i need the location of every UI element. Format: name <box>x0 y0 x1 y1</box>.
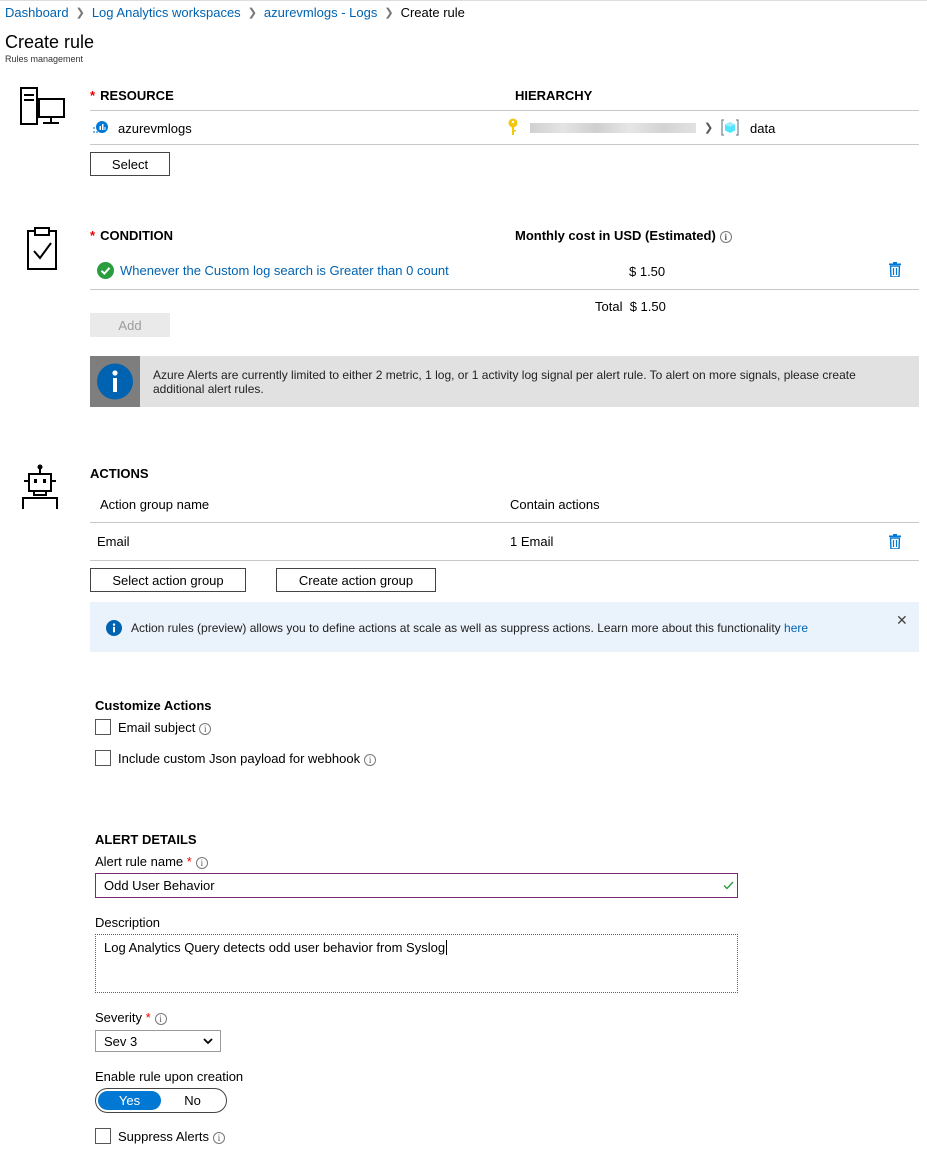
condition-info-text: Azure Alerts are currently limited to ei… <box>153 368 856 396</box>
select-action-group-button[interactable]: Select action group <box>90 568 246 592</box>
monthly-cost-header: Monthly cost in USD (Estimated) i <box>515 228 732 243</box>
resource-group-icon <box>721 119 739 139</box>
action-group-row-name[interactable]: Email <box>97 534 130 549</box>
info-icon[interactable]: i <box>195 856 208 869</box>
breadcrumb-azurevmlogs-logs[interactable]: azurevmlogs - Logs <box>264 5 377 20</box>
redacted-subscription <box>530 123 696 133</box>
action-rules-text: Action rules (preview) allows you to def… <box>131 621 809 635</box>
col-action-group-name: Action group name <box>100 497 210 512</box>
alert-details-header: ALERT DETAILS <box>95 832 197 847</box>
required-asterisk: * <box>145 1010 151 1025</box>
condition-item-link[interactable]: Whenever the Custom log search is Greate… <box>120 263 449 278</box>
condition-header: * CONDITION <box>90 228 174 243</box>
action-group-row-contain: 1 Email <box>510 534 554 549</box>
email-subject-label: Email subject i <box>118 720 212 735</box>
chevron-down-icon <box>203 1038 213 1045</box>
resource-name[interactable]: azurevmlogs <box>118 121 192 136</box>
action-rules-learn-more-link[interactable]: here <box>784 621 808 635</box>
close-icon[interactable]: ✕ <box>896 612 908 629</box>
hierarchy-header: HIERARCHY <box>515 88 593 103</box>
resource-section-icon <box>19 86 67 131</box>
breadcrumb-log-analytics-workspaces[interactable]: Log Analytics workspaces <box>92 5 241 20</box>
info-icon[interactable]: i <box>364 753 377 766</box>
required-asterisk: * <box>186 854 192 869</box>
col-contain-actions: Contain actions <box>510 497 600 512</box>
enable-rule-toggle[interactable]: Yes No <box>95 1088 227 1113</box>
create-action-group-button[interactable]: Create action group <box>276 568 436 592</box>
chevron-right-icon: ❯ <box>704 122 714 134</box>
delete-condition-trash-icon[interactable] <box>889 262 901 278</box>
info-banner-icon-area <box>90 356 140 407</box>
required-asterisk: * <box>90 228 96 243</box>
robot-icon <box>21 464 61 513</box>
text-cursor <box>446 940 448 955</box>
resource-header: * RESOURCE <box>90 88 174 103</box>
enable-no-option[interactable]: No <box>161 1091 224 1110</box>
info-icon[interactable]: i <box>719 230 732 243</box>
severity-select[interactable]: Sev 3 <box>95 1030 221 1052</box>
valid-check-icon <box>723 881 734 890</box>
description-textarea[interactable]: Log Analytics Query detects odd user beh… <box>95 934 738 993</box>
top-border <box>0 0 927 1</box>
breadcrumb: Dashboard ❯ Log Analytics workspaces ❯ a… <box>5 5 465 20</box>
condition-info-banner: Azure Alerts are currently limited to ei… <box>90 356 919 407</box>
log-analytics-icon <box>92 120 108 139</box>
select-resource-button[interactable]: Select <box>90 152 170 176</box>
condition-item-cost: $ 1.50 <box>629 264 666 279</box>
alert-rule-name-value: Odd User Behavior <box>104 878 215 893</box>
alert-rule-name-label: Alert rule name * i <box>95 854 208 869</box>
actions-header: ACTIONS <box>90 466 149 481</box>
description-label: Description <box>95 915 161 930</box>
info-icon[interactable]: i <box>199 722 212 735</box>
page-title: Create rule <box>5 32 95 52</box>
delete-action-group-trash-icon[interactable] <box>889 534 901 550</box>
suppress-alerts-checkbox[interactable] <box>95 1128 111 1144</box>
enable-rule-label: Enable rule upon creation <box>95 1069 244 1084</box>
email-subject-checkbox[interactable] <box>95 719 111 735</box>
condition-total: Total $ 1.50 <box>595 299 666 314</box>
clipboard-check-icon <box>24 226 60 275</box>
info-icon <box>106 620 122 636</box>
required-asterisk: * <box>90 88 96 103</box>
severity-value: Sev 3 <box>104 1034 138 1049</box>
description-value: Log Analytics Query detects odd user beh… <box>104 940 448 955</box>
chevron-right-icon: ❯ <box>75 7 85 19</box>
key-icon <box>507 118 519 139</box>
page-subtitle: Rules management <box>5 54 84 64</box>
json-payload-label: Include custom Json payload for webhook i <box>118 751 377 766</box>
info-icon[interactable]: i <box>213 1131 226 1144</box>
info-circle-icon <box>97 363 133 400</box>
chevron-right-icon: ❯ <box>247 7 257 19</box>
enable-yes-option[interactable]: Yes <box>98 1091 161 1110</box>
suppress-alerts-label: Suppress Alerts i <box>118 1129 226 1144</box>
add-condition-button[interactable]: Add <box>90 313 170 337</box>
severity-label: Severity * i <box>95 1010 167 1025</box>
check-circle-icon <box>97 262 114 282</box>
customize-actions-header: Customize Actions <box>95 698 212 713</box>
hierarchy-leaf[interactable]: data <box>750 121 775 136</box>
breadcrumb-dashboard[interactable]: Dashboard <box>5 5 69 20</box>
info-icon[interactable]: i <box>154 1012 167 1025</box>
alert-rule-name-input[interactable]: Odd User Behavior <box>95 873 738 898</box>
action-rules-banner: Action rules (preview) allows you to def… <box>90 602 919 652</box>
chevron-right-icon: ❯ <box>384 7 394 19</box>
breadcrumb-current: Create rule <box>400 5 465 20</box>
json-payload-checkbox[interactable] <box>95 750 111 766</box>
